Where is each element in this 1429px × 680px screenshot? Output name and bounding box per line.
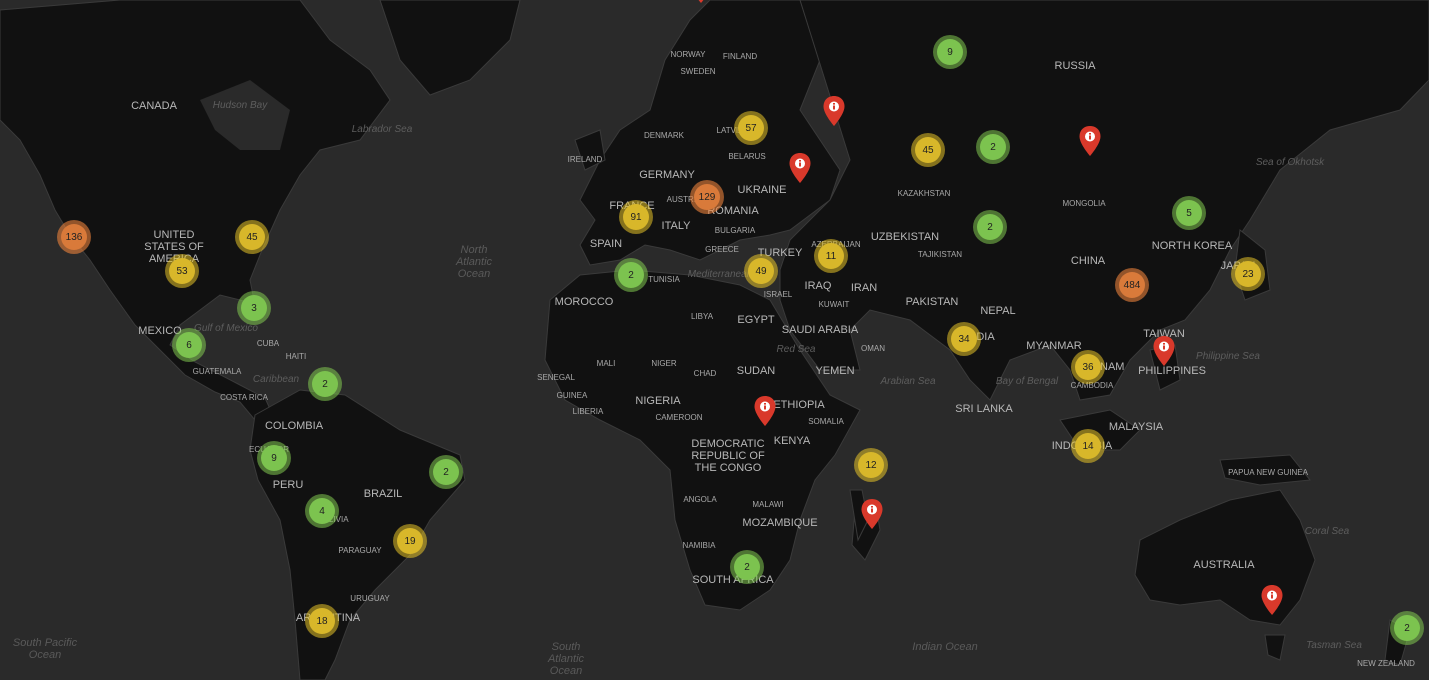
cluster-count: 2 — [618, 262, 644, 288]
map-pin-info-icon[interactable] — [1152, 335, 1176, 367]
map-pin-info-icon[interactable] — [753, 395, 777, 427]
cluster-count: 11 — [818, 243, 844, 269]
cluster-count: 91 — [623, 204, 649, 230]
marker-cluster-central-asia[interactable]: 2 — [973, 210, 1007, 244]
marker-cluster-florida[interactable]: 3 — [237, 291, 271, 325]
cluster-count: 23 — [1235, 261, 1261, 287]
marker-cluster-ecuador[interactable]: 9 — [257, 441, 291, 475]
marker-cluster-urals[interactable]: 45 — [911, 133, 945, 167]
marker-cluster-algeria[interactable]: 2 — [614, 258, 648, 292]
cluster-count: 5 — [1176, 200, 1202, 226]
cluster-count: 45 — [239, 224, 265, 250]
cluster-count: 129 — [694, 184, 720, 210]
land-masses — [0, 0, 1429, 680]
marker-cluster-brazil-ne[interactable]: 2 — [429, 455, 463, 489]
marker-cluster-russia-north[interactable]: 9 — [933, 35, 967, 69]
cluster-count: 2 — [734, 554, 760, 580]
cluster-count: 4 — [309, 498, 335, 524]
cluster-count: 2 — [1394, 615, 1420, 641]
map-pin-info-icon[interactable] — [822, 95, 846, 127]
marker-cluster-texas[interactable]: 53 — [165, 254, 199, 288]
marker-cluster-southeast-asia[interactable]: 36 — [1071, 350, 1105, 384]
marker-cluster-central-europe[interactable]: 129 — [690, 180, 724, 214]
marker-cluster-western-europe[interactable]: 91 — [619, 200, 653, 234]
marker-cluster-china-east[interactable]: 484 — [1115, 268, 1149, 302]
cluster-count: 49 — [748, 258, 774, 284]
marker-cluster-mexico-city[interactable]: 6 — [172, 328, 206, 362]
marker-cluster-venezuela[interactable]: 2 — [308, 367, 342, 401]
cluster-count: 36 — [1075, 354, 1101, 380]
cluster-count: 2 — [977, 214, 1003, 240]
marker-cluster-caucasus[interactable]: 11 — [814, 239, 848, 273]
map-pin-info-icon[interactable] — [788, 152, 812, 184]
marker-cluster-us-east[interactable]: 45 — [235, 220, 269, 254]
marker-cluster-bolivia[interactable]: 4 — [305, 494, 339, 528]
cluster-count: 12 — [858, 452, 884, 478]
marker-cluster-new-zealand[interactable]: 2 — [1390, 611, 1424, 645]
map-pin-info-icon[interactable] — [1260, 584, 1284, 616]
marker-cluster-baltic[interactable]: 57 — [734, 111, 768, 145]
cluster-count: 3 — [241, 295, 267, 321]
cluster-count: 2 — [980, 134, 1006, 160]
cluster-count: 14 — [1075, 433, 1101, 459]
cluster-count: 2 — [433, 459, 459, 485]
marker-cluster-india[interactable]: 34 — [947, 322, 981, 356]
cluster-count: 9 — [261, 445, 287, 471]
marker-cluster-korea[interactable]: 5 — [1172, 196, 1206, 230]
marker-cluster-brazil-se[interactable]: 19 — [393, 524, 427, 558]
marker-cluster-south-africa[interactable]: 2 — [730, 550, 764, 584]
marker-cluster-japan[interactable]: 23 — [1231, 257, 1265, 291]
marker-cluster-israel[interactable]: 49 — [744, 254, 778, 288]
map-pin-info-icon[interactable] — [1078, 125, 1102, 157]
marker-cluster-california[interactable]: 136 — [57, 220, 91, 254]
cluster-count: 19 — [397, 528, 423, 554]
marker-cluster-indonesia[interactable]: 14 — [1071, 429, 1105, 463]
cluster-count: 6 — [176, 332, 202, 358]
cluster-count: 34 — [951, 326, 977, 352]
cluster-count: 18 — [309, 608, 335, 634]
map-pin-info-icon[interactable] — [860, 498, 884, 530]
cluster-count: 484 — [1119, 272, 1145, 298]
cluster-count: 57 — [738, 115, 764, 141]
marker-cluster-siberia[interactable]: 2 — [976, 130, 1010, 164]
cluster-count: 9 — [937, 39, 963, 65]
world-map[interactable]: CANADAUNITED STATES OF AMERICAMEXICOCUBA… — [0, 0, 1429, 680]
cluster-count: 53 — [169, 258, 195, 284]
marker-cluster-argentina[interactable]: 18 — [305, 604, 339, 638]
map-pin-info-icon[interactable] — [689, 0, 713, 4]
cluster-count: 136 — [61, 224, 87, 250]
cluster-count: 2 — [312, 371, 338, 397]
cluster-count: 45 — [915, 137, 941, 163]
marker-cluster-seychelles[interactable]: 12 — [854, 448, 888, 482]
